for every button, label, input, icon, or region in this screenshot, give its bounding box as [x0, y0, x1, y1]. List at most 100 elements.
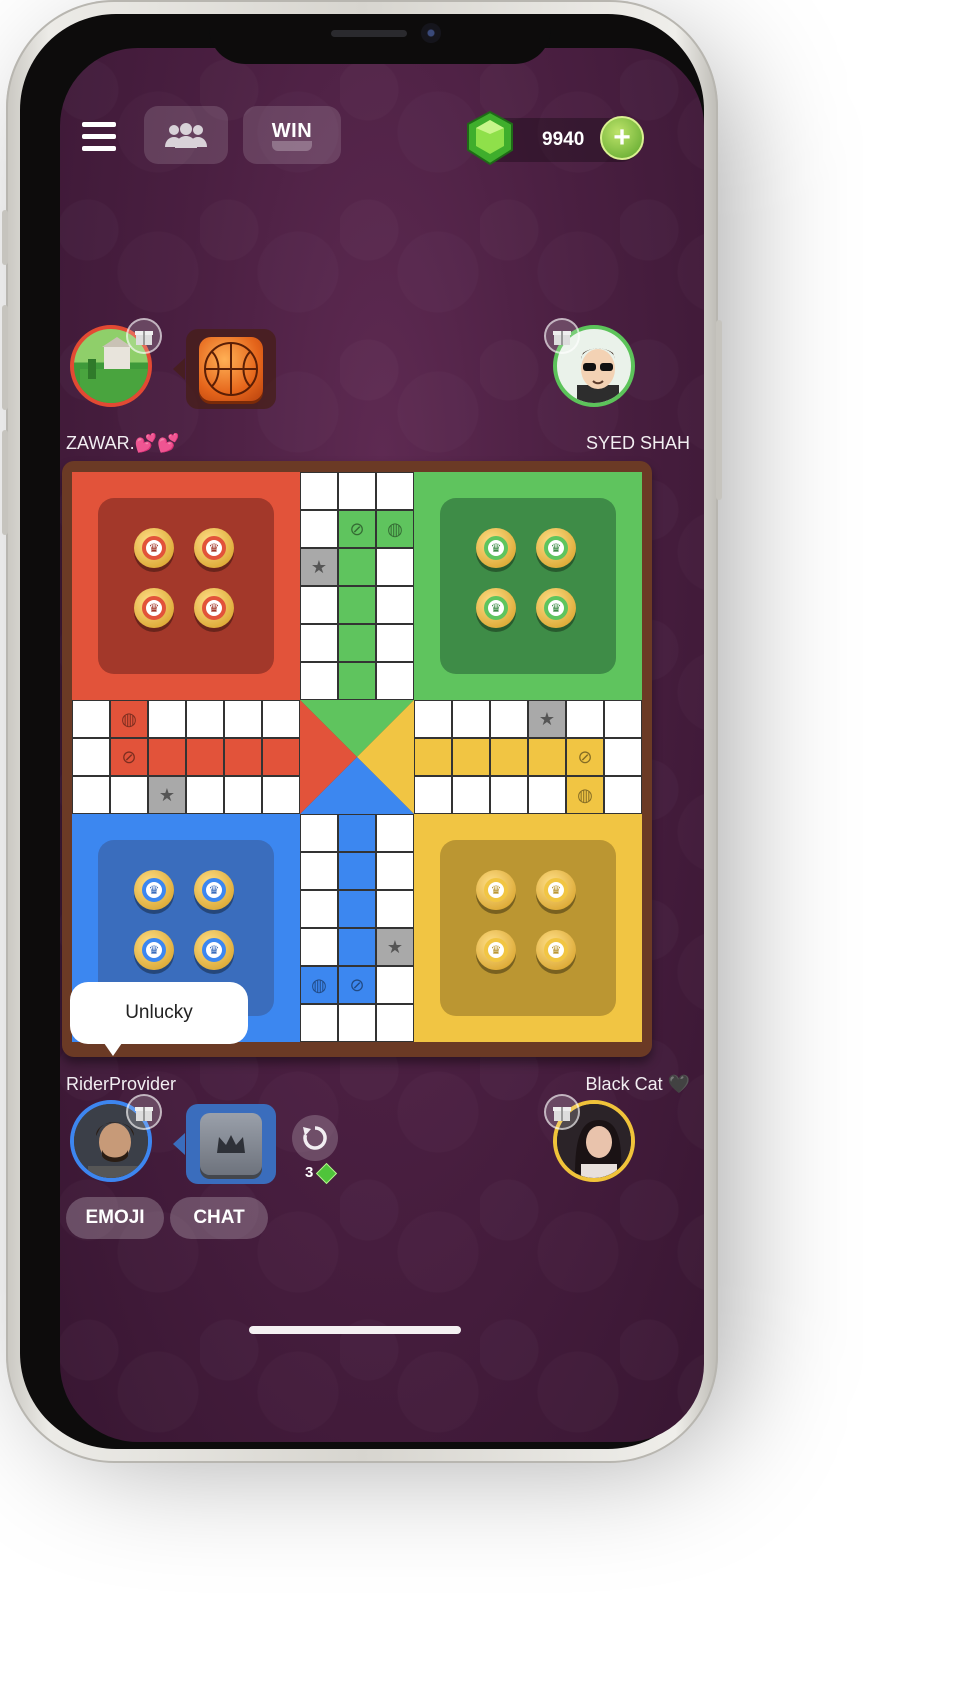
- crown-icon: ♛: [208, 883, 220, 897]
- gift-button-top-left[interactable]: [126, 318, 162, 354]
- track-cell: [528, 776, 566, 814]
- track-cell: [300, 624, 338, 662]
- track-cell: [376, 586, 414, 624]
- player-name-bottom-left: RiderProvider: [66, 1074, 177, 1094]
- home-yellow: ♛ ♛ ♛ ♛: [414, 814, 642, 1042]
- crown-icon: ♛: [550, 943, 562, 957]
- gift-button-bottom-left[interactable]: [126, 1094, 162, 1130]
- token-core: ♛: [142, 878, 166, 902]
- bubble-text: Unlucky: [125, 1002, 193, 1023]
- basketball-dice-icon: [199, 337, 263, 401]
- token-core: ♛: [202, 536, 226, 560]
- mute-switch: [2, 210, 8, 265]
- track-cell: [148, 738, 186, 776]
- track-cell: [376, 890, 414, 928]
- track-cell: ⊘: [110, 738, 148, 776]
- front-camera: [421, 23, 441, 43]
- gift-button-top-right[interactable]: [544, 318, 580, 354]
- dice-box-bottom-left[interactable]: [186, 1104, 276, 1184]
- track-cell: ⊘: [566, 738, 604, 776]
- track-cell: ◍: [300, 966, 338, 1004]
- win-button[interactable]: WIN: [243, 106, 341, 164]
- token-core: ♛: [484, 536, 508, 560]
- track-cell: [604, 776, 642, 814]
- track-cell: [376, 662, 414, 700]
- token-core: ♛: [544, 596, 568, 620]
- add-gems-button[interactable]: +: [600, 116, 644, 160]
- token-green[interactable]: ♛: [536, 528, 576, 568]
- blocked-icon: ⊘: [349, 518, 365, 539]
- token-red[interactable]: ♛: [134, 588, 174, 628]
- crown-icon: ♛: [148, 601, 160, 615]
- track-cell: [186, 738, 224, 776]
- reroll-button[interactable]: [292, 1115, 338, 1161]
- gem-balance: 9940 +: [467, 110, 644, 166]
- token-red[interactable]: ♛: [194, 528, 234, 568]
- token-green[interactable]: ♛: [476, 528, 516, 568]
- token-yellow[interactable]: ♛: [536, 870, 576, 910]
- track-cell: [300, 814, 338, 852]
- blocked-icon: ⊘: [577, 746, 593, 767]
- track-cell: [376, 1004, 414, 1042]
- friends-group-icon: [165, 123, 207, 148]
- chat-label: CHAT: [193, 1207, 245, 1228]
- chat-button[interactable]: CHAT: [170, 1197, 268, 1239]
- player-name-bottom-right: Black Cat 🖤: [585, 1074, 690, 1094]
- token-core: ♛: [484, 938, 508, 962]
- globe-safe-icon: ◍: [577, 784, 593, 805]
- token-blue[interactable]: ♛: [134, 870, 174, 910]
- track-cell: [148, 700, 186, 738]
- token-blue[interactable]: ♛: [194, 930, 234, 970]
- menu-button[interactable]: [82, 122, 116, 152]
- crown-icon: ♛: [550, 883, 562, 897]
- crown-icon: ♛: [148, 883, 160, 897]
- player-name-top-right: SYED SHAH: [585, 433, 690, 453]
- token-blue[interactable]: ♛: [194, 870, 234, 910]
- token-red[interactable]: ♛: [134, 528, 174, 568]
- token-core: ♛: [544, 938, 568, 962]
- token-yellow[interactable]: ♛: [536, 930, 576, 970]
- track-cell: [338, 624, 376, 662]
- reroll-cost: 3: [305, 1162, 338, 1184]
- emoji-button[interactable]: EMOJI: [66, 1197, 164, 1239]
- volume-up-button: [2, 305, 8, 410]
- token-core: ♛: [142, 596, 166, 620]
- track-cell: [338, 1004, 376, 1042]
- token-yellow[interactable]: ♛: [476, 870, 516, 910]
- gift-icon: [553, 331, 571, 345]
- track-cell: [414, 776, 452, 814]
- crown-icon: ♛: [208, 601, 220, 615]
- crown-dice-icon[interactable]: [200, 1113, 262, 1175]
- track-cell: ★: [376, 928, 414, 966]
- track-cell: [528, 738, 566, 776]
- token-blue[interactable]: ♛: [134, 930, 174, 970]
- track-cell: [224, 776, 262, 814]
- gift-icon: [135, 331, 153, 345]
- crown-icon: ♛: [490, 541, 502, 555]
- track-cell: [490, 738, 528, 776]
- track-cell: [414, 700, 452, 738]
- gift-button-bottom-right[interactable]: [544, 1094, 580, 1130]
- track-cell: ⊘: [338, 966, 376, 1004]
- star-safe-icon: ★: [386, 936, 404, 957]
- blocked-icon: ⊘: [349, 974, 365, 995]
- token-green[interactable]: ♛: [536, 588, 576, 628]
- track-cell: [72, 776, 110, 814]
- track-cell: [490, 700, 528, 738]
- track-cell: [224, 700, 262, 738]
- track-cell: [376, 966, 414, 1004]
- star-safe-icon: ★: [158, 784, 176, 805]
- track-cell: [300, 928, 338, 966]
- win-label: WIN: [271, 119, 313, 142]
- token-green[interactable]: ♛: [476, 588, 516, 628]
- token-yellow[interactable]: ♛: [476, 930, 516, 970]
- crown-icon: ♛: [148, 943, 160, 957]
- globe-safe-icon: ◍: [311, 974, 327, 995]
- power-button: [716, 320, 722, 500]
- track-cell: [110, 776, 148, 814]
- track-cell: [338, 814, 376, 852]
- track-cell: [604, 738, 642, 776]
- token-red[interactable]: ♛: [194, 588, 234, 628]
- friends-button[interactable]: [144, 106, 228, 164]
- track-cell: [338, 928, 376, 966]
